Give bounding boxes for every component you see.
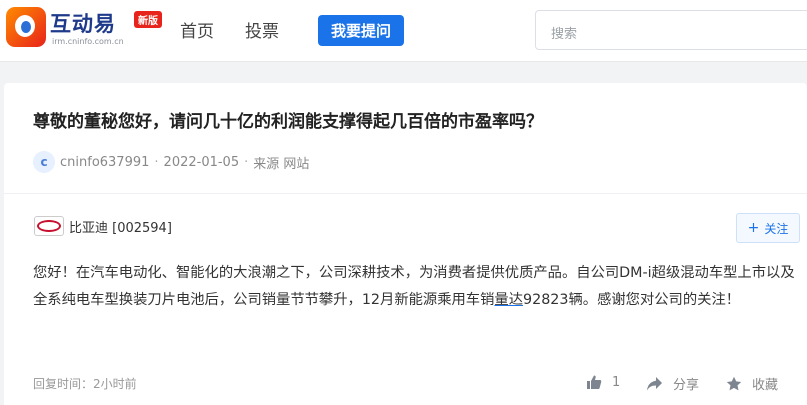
like-count: 1 bbox=[612, 374, 621, 390]
follow-label: 关注 bbox=[764, 221, 789, 236]
like-button[interactable]: 1 bbox=[586, 374, 620, 390]
qa-card: 尊敬的董秘您好，请问几十亿的利润能支撑得起几百倍的市盈率吗？ c cninfo6… bbox=[4, 83, 807, 405]
answer-company[interactable]: 比亚迪 [002594] bbox=[34, 216, 172, 236]
ask-question-button[interactable]: 我要提问 bbox=[318, 15, 404, 46]
thumbs-up-icon bbox=[587, 375, 602, 389]
search-placeholder: 搜索 bbox=[551, 27, 578, 42]
question-title: 尊敬的董秘您好，请问几十亿的利润能支撑得起几百倍的市盈率吗？ bbox=[33, 112, 543, 132]
site-logo[interactable]: 互动易 irm.cninfo.com.cn 新版 bbox=[6, 7, 166, 51]
question-source: 来源 网站 bbox=[253, 156, 310, 172]
plus-icon: + bbox=[747, 220, 760, 236]
byd-logo-icon bbox=[34, 216, 64, 236]
company-name: 比亚迪 [002594] bbox=[69, 220, 172, 236]
reply-time: 回复时间：2小时前 bbox=[33, 377, 137, 391]
divider bbox=[4, 193, 807, 194]
nav-home[interactable]: 首页 bbox=[180, 17, 214, 42]
follow-button[interactable]: + 关注 bbox=[736, 213, 800, 243]
answer-text-underlined: 量达 bbox=[494, 292, 523, 308]
share-label: 分享 bbox=[673, 378, 700, 393]
logo-mark-icon bbox=[6, 7, 46, 47]
question-date: 2022-01-05 bbox=[163, 154, 240, 170]
share-button[interactable]: 分享 bbox=[646, 374, 699, 393]
top-header: 互动易 irm.cninfo.com.cn 新版 首页 投票 我要提问 搜索 bbox=[0, 0, 807, 62]
collect-label: 收藏 bbox=[752, 378, 779, 393]
question-user[interactable]: cninfo637991 bbox=[60, 155, 149, 170]
share-icon bbox=[647, 376, 662, 390]
logo-url: irm.cninfo.com.cn bbox=[52, 37, 124, 46]
star-icon bbox=[726, 376, 742, 390]
logo-title: 互动易 bbox=[50, 12, 116, 36]
answer-text: 您好！在汽车电动化、智能化的大浪潮之下，公司深耕技术，为消费者提供优质产品。自公… bbox=[33, 260, 803, 314]
avatar: c bbox=[33, 151, 55, 173]
search-input[interactable]: 搜索 bbox=[535, 10, 807, 50]
new-version-badge: 新版 bbox=[134, 11, 162, 28]
answer-text-part: 92823辆。感谢您对公司的关注！ bbox=[523, 292, 741, 308]
nav-vote[interactable]: 投票 bbox=[245, 17, 279, 42]
question-meta: c cninfo637991 · 2022-01-05 · 来源 网站 bbox=[33, 151, 309, 173]
meta-separator: · bbox=[154, 154, 159, 170]
collect-button[interactable]: 收藏 bbox=[726, 374, 778, 393]
meta-separator: · bbox=[244, 154, 249, 170]
